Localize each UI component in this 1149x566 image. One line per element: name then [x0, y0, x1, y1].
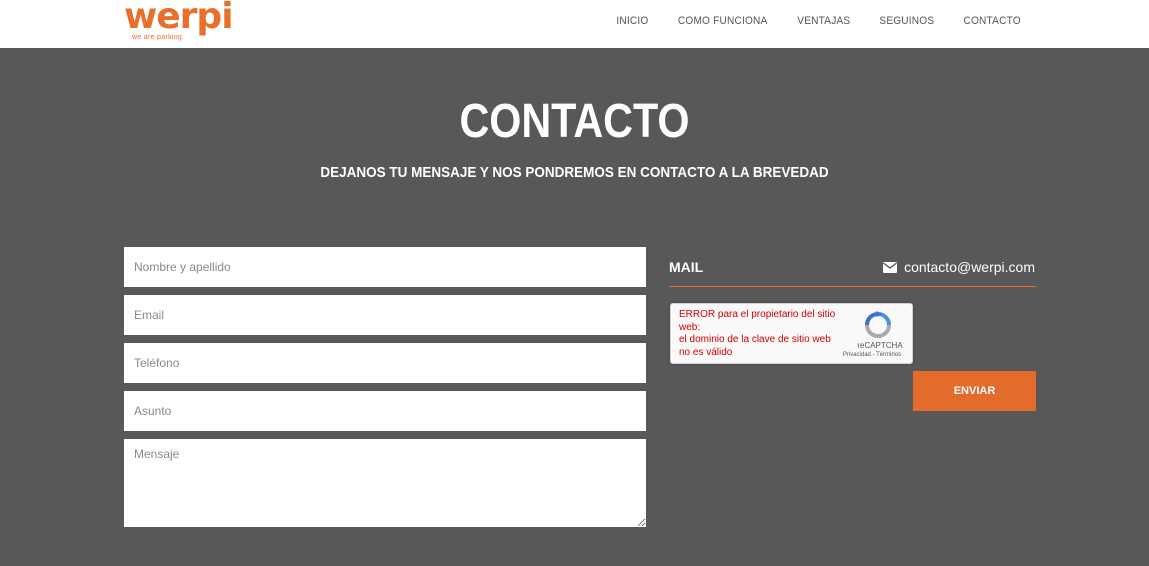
- mail-contact[interactable]: contacto@werpi.com: [883, 259, 1035, 275]
- page-title: CONTACTO: [459, 95, 690, 148]
- recaptcha-error: ERROR para el propietario del sitio web:…: [679, 309, 839, 359]
- werpi-logo[interactable]: werpi we are parking: [124, 0, 234, 46]
- name-input[interactable]: [124, 247, 646, 287]
- nav-item-seguinos[interactable]: SEGUINOS: [879, 15, 934, 27]
- recaptcha-error-line1: ERROR para el propietario del sitio web:: [679, 309, 836, 333]
- subject-field-wrapper: [124, 391, 646, 431]
- mail-divider: [669, 286, 1036, 287]
- name-field-wrapper: [124, 247, 646, 287]
- page-subtitle: DEJANOS TU MENSAJE Y NOS PONDREMOS EN CO…: [320, 164, 829, 181]
- recaptcha-links[interactable]: Privacidad - Términos: [831, 352, 913, 358]
- send-button[interactable]: ENVIAR: [913, 371, 1036, 411]
- nav-item-como-funciona[interactable]: COMO FUNCIONA: [678, 15, 768, 27]
- nav-item-inicio[interactable]: INICIO: [617, 15, 649, 27]
- envelope-icon: [883, 261, 898, 273]
- header: werpi we are parking INICIO COMO FUNCION…: [0, 0, 1149, 48]
- logo-tagline: we are parking: [132, 34, 183, 41]
- phone-input[interactable]: [124, 343, 646, 383]
- phone-field-wrapper: [124, 343, 646, 383]
- main-nav: INICIO COMO FUNCIONA VENTAJAS SEGUINOS C…: [615, 0, 1023, 42]
- message-textarea[interactable]: [124, 439, 646, 527]
- logo-wordmark: werpi: [124, 0, 234, 37]
- message-field-wrapper: [124, 439, 646, 527]
- email-field-wrapper: [124, 295, 646, 335]
- recaptcha-brand: reCAPTCHA: [857, 341, 903, 350]
- recaptcha-widget[interactable]: ERROR para el propietario del sitio web:…: [670, 303, 913, 364]
- subject-input[interactable]: [124, 391, 646, 431]
- nav-item-contacto[interactable]: CONTACTO: [963, 15, 1020, 27]
- email-input[interactable]: [124, 295, 646, 335]
- mail-address: contacto@werpi.com: [904, 259, 1035, 275]
- mail-label: MAIL: [669, 259, 704, 275]
- recaptcha-logo-icon: [865, 311, 891, 338]
- nav-item-ventajas[interactable]: VENTAJAS: [798, 15, 851, 27]
- recaptcha-error-line2: el dominio de la clave de sitio web no e…: [679, 334, 831, 358]
